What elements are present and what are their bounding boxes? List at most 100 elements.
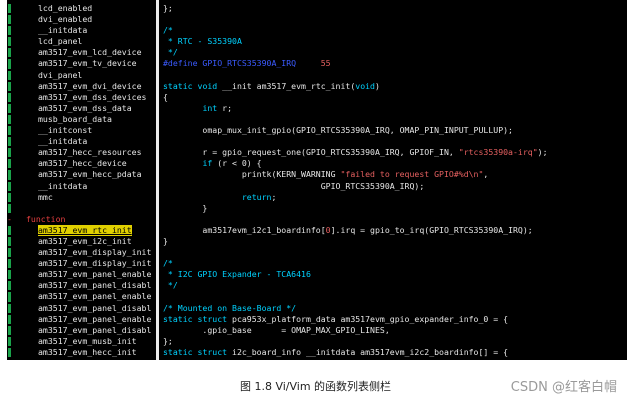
taglist-item[interactable]: am3517_evm_panel_enable xyxy=(7,314,155,325)
code-line[interactable]: }; xyxy=(160,336,627,347)
fold-gutter xyxy=(8,203,11,213)
taglist-item-label: am3517_evm_panel_enable xyxy=(38,291,152,302)
fold-gutter xyxy=(8,15,11,25)
fold-gutter xyxy=(8,181,11,191)
taglist-item[interactable]: am3517_evm_dss_devices xyxy=(7,92,155,103)
taglist-item-label: __initdata xyxy=(38,136,88,147)
fold-gutter xyxy=(8,236,11,247)
code-line[interactable] xyxy=(160,14,627,25)
taglist-item[interactable]: am3517_evm_musb_init xyxy=(7,336,155,347)
code-line[interactable]: static struct i2c_board_info __initdata … xyxy=(160,347,627,358)
code-line[interactable]: GPIO_RTCS35390A_IRQ); xyxy=(160,181,627,192)
taglist-item[interactable]: lcd_panel xyxy=(7,36,155,47)
taglist-item[interactable]: am3517_evm_dss_data xyxy=(7,103,155,114)
taglist-item-label: am3517_evm_lcd_device xyxy=(38,47,142,58)
taglist-item[interactable]: am3517_evm_panel_enable xyxy=(7,269,155,280)
code-line[interactable] xyxy=(160,247,627,258)
fold-gutter xyxy=(8,126,11,136)
code-line[interactable]: * I2C GPIO Expander - TCA6416 xyxy=(160,269,627,280)
taglist-item[interactable]: am3517_evm_lcd_device xyxy=(7,47,155,58)
taglist-item[interactable] xyxy=(7,203,155,214)
taglist-item[interactable]: am3517_evm_hecc_init xyxy=(7,347,155,358)
taglist-item[interactable]: am3517_evm_dvi_device xyxy=(7,81,155,92)
code-line[interactable]: } xyxy=(160,203,627,214)
code-line[interactable]: * RTC - S35390A xyxy=(160,36,627,47)
code-line[interactable]: { xyxy=(160,92,627,103)
taglist-item-selected-label: am3517_evm_rtc_init xyxy=(38,224,132,236)
taglist-item-label: am3517_evm_dvi_device xyxy=(38,80,142,91)
taglist-item[interactable]: am3517_evm_panel_disabl xyxy=(7,280,155,291)
taglist-item[interactable]: dvi_panel xyxy=(7,70,155,81)
taglist-item-label: am3517_evm_panel_disabl xyxy=(38,324,152,335)
code-line[interactable]: return; xyxy=(160,192,627,203)
taglist-item-label: __initdata xyxy=(38,25,88,36)
fold-gutter xyxy=(8,148,11,158)
code-line[interactable]: } xyxy=(160,236,627,247)
code-line[interactable]: /* xyxy=(160,25,627,36)
code-line[interactable]: r = gpio_request_one(GPIO_RTCS35390A_IRQ… xyxy=(160,147,627,158)
taglist-item[interactable]: am3517_evm_display_init xyxy=(7,258,155,269)
code-line[interactable]: }; xyxy=(160,3,627,14)
fold-gutter xyxy=(8,303,11,313)
taglist-item-label: musb_board_data xyxy=(38,113,112,124)
taglist-item[interactable]: __initconst xyxy=(7,125,155,136)
code-line[interactable] xyxy=(160,291,627,302)
code-line[interactable]: am3517evm_i2c1_boardinfo[0].irq = gpio_t… xyxy=(160,225,627,236)
taglist-item[interactable]: lcd_enabled xyxy=(7,3,155,14)
taglist-item[interactable]: am3517_evm_display_init xyxy=(7,247,155,258)
taglist-item-label: am3517_hecc_resources xyxy=(38,147,142,158)
code-editor[interactable]: };/* * RTC - S35390A */#define GPIO_RTCS… xyxy=(160,3,627,358)
code-line[interactable]: #define GPIO_RTCS35390A_IRQ 55 xyxy=(160,58,627,69)
taglist-item[interactable]: am3517_evm_tv_device xyxy=(7,58,155,69)
taglist-item-label: lcd_enabled xyxy=(38,3,93,13)
taglist-item[interactable]: __initdata xyxy=(7,25,155,36)
code-line[interactable]: .gpio_base = OMAP_MAX_GPIO_LINES, xyxy=(160,325,627,336)
taglist-item[interactable]: am3517_evm_hecc_pdata xyxy=(7,169,155,180)
code-line[interactable]: omap_mux_init_gpio(GPIO_RTCS35390A_IRQ, … xyxy=(160,125,627,136)
code-line[interactable]: static struct pca953x_platform_data am35… xyxy=(160,314,627,325)
taglist-item[interactable]: mmc xyxy=(7,192,155,203)
code-line[interactable] xyxy=(160,136,627,147)
taglist-item[interactable]: dvi_enabled xyxy=(7,14,155,25)
taglist-item[interactable]: __initdata xyxy=(7,181,155,192)
taglist-group-label: function xyxy=(26,213,66,224)
code-line[interactable] xyxy=(160,114,627,125)
taglist-item-label: am3517_evm_panel_disabl xyxy=(38,302,152,313)
taglist-item-label: am3517_evm_dss_devices xyxy=(38,91,147,102)
fold-gutter xyxy=(8,26,11,36)
code-line[interactable] xyxy=(160,214,627,225)
taglist-item[interactable]: am3517_evm_panel_disabl xyxy=(7,325,155,336)
fold-gutter xyxy=(8,137,11,147)
code-line[interactable]: static void __init am3517_evm_rtc_init(v… xyxy=(160,81,627,92)
taglist-item-label: mmc xyxy=(38,191,53,202)
code-line[interactable]: int r; xyxy=(160,103,627,114)
vertical-split-separator[interactable] xyxy=(156,0,159,360)
taglist-item[interactable]: am3517_hecc_resources xyxy=(7,147,155,158)
code-line[interactable]: if (r < 0) { xyxy=(160,158,627,169)
vim-window: lcd_enabled dvi_enabled __initdata lcd_pane… xyxy=(7,0,627,360)
taglist-sidebar: lcd_enabled dvi_enabled __initdata lcd_pane… xyxy=(7,3,155,358)
code-line[interactable]: */ xyxy=(160,47,627,58)
taglist-item[interactable]: __initdata xyxy=(7,136,155,147)
code-line[interactable]: /* Mounted on Base-Board */ xyxy=(160,303,627,314)
taglist-item-label: am3517_evm_display_init xyxy=(38,247,152,258)
taglist-item[interactable]: am3517_evm_rtc_init xyxy=(7,224,155,236)
fold-gutter xyxy=(8,259,11,269)
fold-gutter xyxy=(8,347,11,357)
code-line[interactable]: /* xyxy=(160,258,627,269)
fold-marker[interactable]: - xyxy=(7,214,12,225)
taglist-item-label: am3517_evm_tv_device xyxy=(38,58,137,69)
code-line[interactable] xyxy=(160,70,627,81)
taglist-item[interactable]: am3517_evm_panel_disabl xyxy=(7,303,155,314)
taglist-item[interactable]: am3517_hecc_device xyxy=(7,158,155,169)
fold-gutter xyxy=(8,192,11,202)
taglist-item-label: am3517_evm_i2c_init xyxy=(38,235,132,246)
fold-gutter xyxy=(8,325,11,335)
taglist-group-header[interactable]: - function xyxy=(7,214,155,225)
taglist-item[interactable]: am3517_evm_panel_enable xyxy=(7,291,155,302)
taglist-item[interactable]: musb_board_data xyxy=(7,114,155,125)
code-line[interactable]: printk(KERN_WARNING "failed to request G… xyxy=(160,169,627,180)
code-line[interactable]: */ xyxy=(160,280,627,291)
taglist-item[interactable]: am3517_evm_i2c_init xyxy=(7,236,155,247)
taglist-item-label: dvi_enabled xyxy=(38,14,93,25)
